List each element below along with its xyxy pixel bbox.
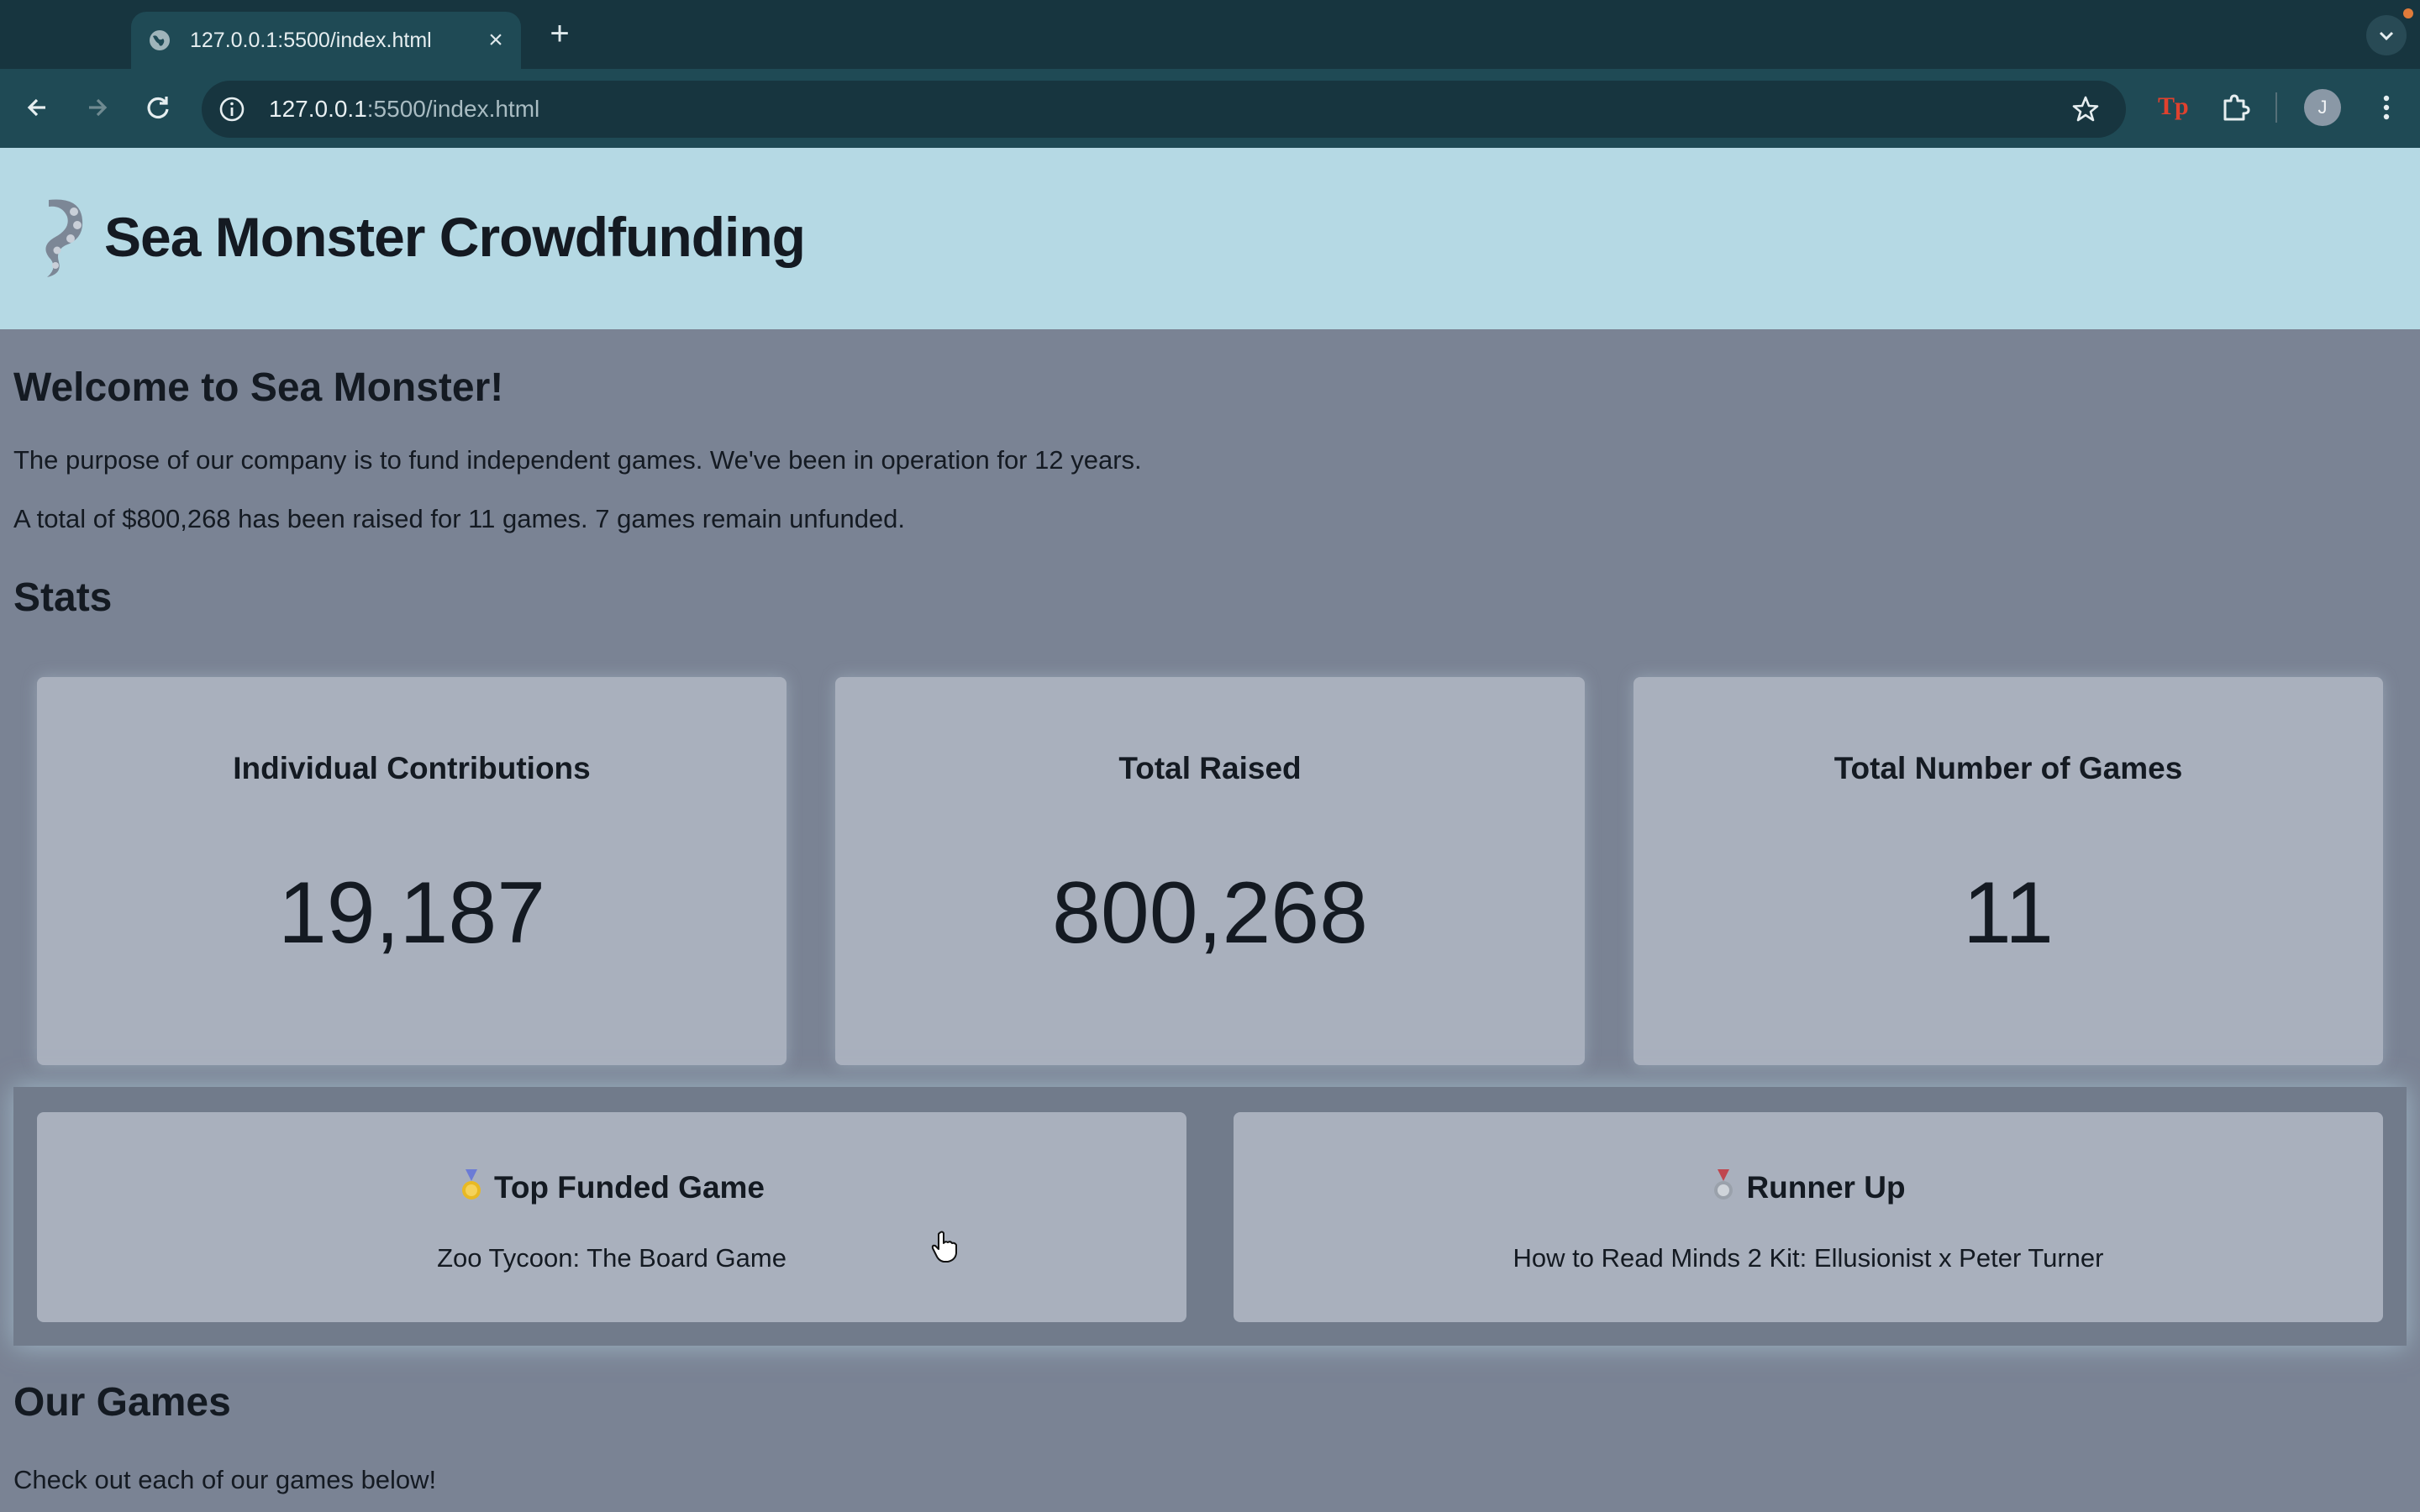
stat-card-number-of-games: Total Number of Games 11 <box>1634 677 2383 1065</box>
top-funded-game-card: Top Funded Game Zoo Tycoon: The Board Ga… <box>37 1112 1186 1322</box>
chevron-down-icon <box>2379 31 2394 41</box>
notification-dot <box>2403 8 2413 18</box>
stat-card-contributions: Individual Contributions 19,187 <box>37 677 786 1065</box>
profile-avatar[interactable]: J <box>2304 89 2341 126</box>
browser-tab-bar: 127.0.0.1:5500/index.html × + <box>0 0 2420 69</box>
browser-toolbar: 127.0.0.1:5500/index.html <box>0 69 2420 148</box>
our-games-subtext: Check out each of our games below! <box>13 1465 437 1494</box>
stat-card-total-raised: Total Raised 800,268 <box>835 677 1585 1065</box>
purpose-text: The purpose of our company is to fund in… <box>13 445 1142 475</box>
our-games-heading: Our Games <box>13 1380 231 1425</box>
top-games-section: Top Funded Game Zoo Tycoon: The Board Ga… <box>13 1087 2407 1346</box>
web-page: Sea Monster Crowdfunding Welcome to Sea … <box>0 148 2420 1512</box>
site-header: Sea Monster Crowdfunding <box>0 148 2420 329</box>
close-tab-icon[interactable]: × <box>484 28 508 53</box>
bookmark-star-icon[interactable] <box>2070 94 2101 124</box>
url-text: 127.0.0.1:5500/index.html <box>269 96 539 123</box>
welcome-heading: Welcome to Sea Monster! <box>13 365 504 410</box>
browser-tab[interactable]: 127.0.0.1:5500/index.html × <box>131 12 521 69</box>
tab-search-button[interactable] <box>2366 15 2407 55</box>
tab-title: 127.0.0.1:5500/index.html <box>190 28 432 52</box>
address-bar[interactable]: 127.0.0.1:5500/index.html <box>202 81 2126 138</box>
toolbar-separator <box>2275 92 2277 123</box>
more-menu-icon[interactable] <box>2370 91 2403 124</box>
back-icon[interactable] <box>20 91 54 124</box>
runner-up-game-name: How to Read Minds 2 Kit: Ellusionist x P… <box>1512 1243 2104 1273</box>
top-funded-title: Top Funded Game <box>37 1169 1186 1205</box>
stat-value: 800,268 <box>1052 864 1368 962</box>
url-path: :5500/index.html <box>366 96 540 122</box>
stats-heading: Stats <box>13 575 113 620</box>
sea-monster-tentacle-icon <box>45 199 83 277</box>
site-info-icon[interactable] <box>217 94 247 124</box>
runner-up-card: Runner Up How to Read Minds 2 Kit: Ellus… <box>1234 1112 2383 1322</box>
funding-summary-text: A total of $800,268 has been raised for … <box>13 504 906 533</box>
hand-cursor-icon <box>931 1231 957 1263</box>
stat-value: 19,187 <box>277 864 546 962</box>
top-funded-game-name: Zoo Tycoon: The Board Game <box>437 1243 786 1273</box>
silver-medal-icon <box>1714 1169 1733 1200</box>
site-title: Sea Monster Crowdfunding <box>104 206 806 268</box>
stat-value: 11 <box>1963 864 2054 962</box>
stat-label: Individual Contributions <box>233 751 591 785</box>
reload-icon[interactable] <box>141 91 175 124</box>
gold-medal-icon <box>461 1169 481 1200</box>
top-funded-label: Top Funded Game <box>493 1170 765 1205</box>
extensions-puzzle-icon[interactable] <box>2218 91 2252 124</box>
globe-icon <box>150 30 170 50</box>
stat-label: Total Number of Games <box>1833 751 2183 785</box>
runner-up-label: Runner Up <box>1746 1170 1906 1205</box>
url-host: 127.0.0.1 <box>269 96 367 122</box>
stat-label: Total Raised <box>1118 751 1302 785</box>
forward-icon[interactable] <box>81 91 114 124</box>
runner-up-title: Runner Up <box>1234 1169 2383 1205</box>
new-tab-icon[interactable]: + <box>543 17 576 50</box>
extension-tp-icon[interactable]: Tp <box>2158 92 2189 121</box>
